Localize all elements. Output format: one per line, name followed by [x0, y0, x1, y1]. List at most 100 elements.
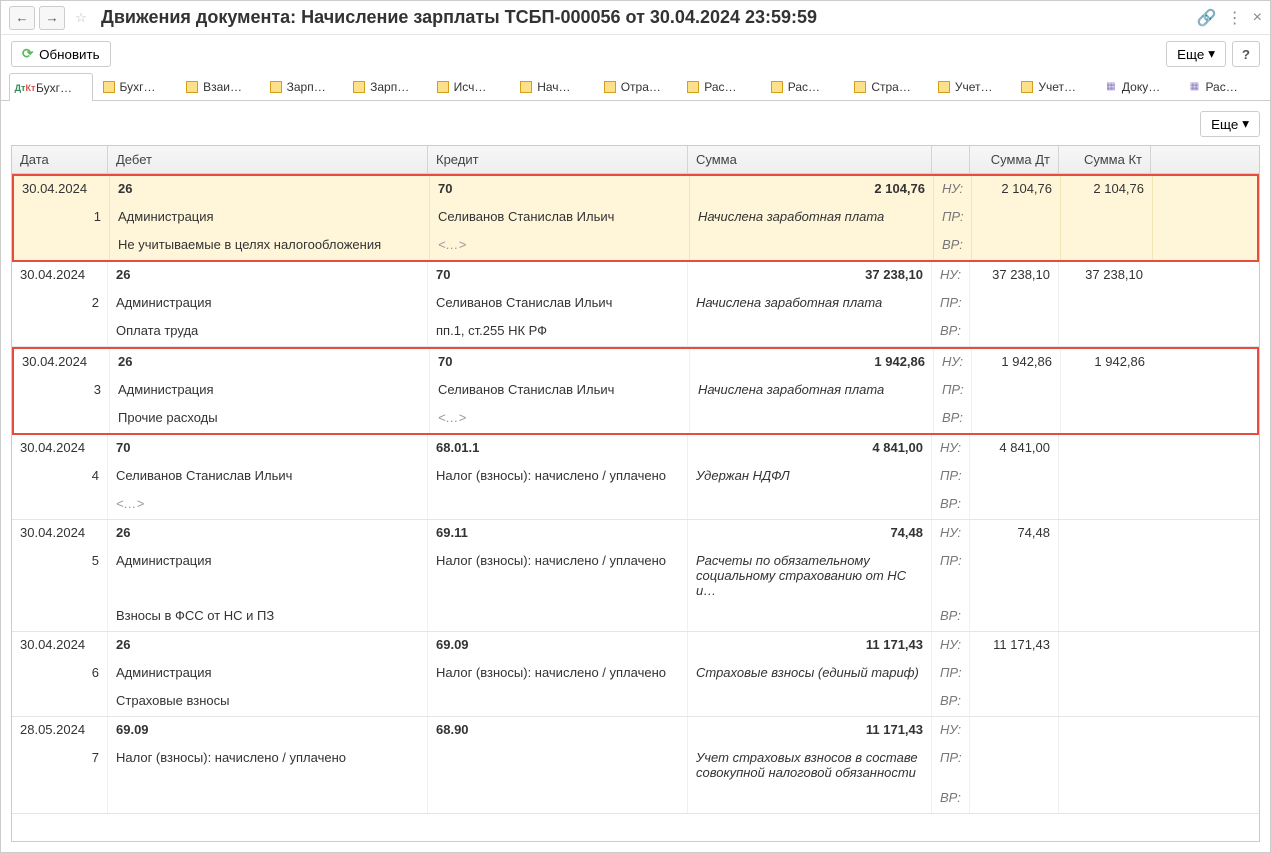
cell-empty [970, 603, 1059, 631]
refresh-button[interactable]: ⟳ Обновить [11, 41, 111, 67]
tab-4[interactable]: Зарп… [343, 72, 427, 100]
cell-date: 30.04.2024 [12, 520, 108, 548]
cell-sumdt: 2 104,76 [972, 176, 1061, 204]
col-debit[interactable]: Дебет [108, 146, 428, 173]
refresh-label: Обновить [39, 47, 99, 62]
cell-debit-acct: 26 [108, 520, 428, 548]
cell-credit-l3: <…> [430, 405, 690, 433]
tab-9[interactable]: Рас… [761, 72, 845, 100]
col-sum[interactable]: Сумма [688, 146, 932, 173]
col-sumkt[interactable]: Сумма Кт [1059, 146, 1151, 173]
cell-flag-vr: ВР: [934, 232, 972, 260]
cell-num: 3 [14, 377, 110, 405]
register-icon [436, 80, 450, 94]
entry-2[interactable]: 30.04.2024267037 238,10НУ:37 238,1037 23… [12, 262, 1259, 347]
app-window: ← → ☆ Движения документа: Начисление зар… [0, 0, 1271, 853]
tab-label: Бухг… [120, 80, 156, 94]
cell-num: 1 [14, 204, 110, 232]
entry-5[interactable]: 30.04.20242669.1174,48НУ:74,485Администр… [12, 520, 1259, 632]
tab-2[interactable]: Взаи… [176, 72, 260, 100]
tab-13[interactable]: ▦Доку… [1095, 72, 1179, 100]
tab-3[interactable]: Зарп… [260, 72, 344, 100]
cell-desc: Страховые взносы (единый тариф) [688, 660, 932, 688]
entry-6[interactable]: 30.04.20242669.0911 171,43НУ:11 171,436А… [12, 632, 1259, 717]
tab-8[interactable]: Рас… [677, 72, 761, 100]
tab-0[interactable]: ДтКтБухг… [9, 73, 93, 101]
entry-7[interactable]: 28.05.202469.0968.9011 171,43НУ:7Налог (… [12, 717, 1259, 814]
nav-back-button[interactable]: ← [9, 6, 35, 30]
cell-desc: Учет страховых взносов в составе совокуп… [688, 745, 932, 785]
cell-flag-nu: НУ: [934, 349, 972, 377]
toolbar-more-button[interactable]: Еще ▾ [1166, 41, 1226, 67]
link-icon[interactable]: 🔗 [1197, 8, 1217, 28]
cell-flag-vr: ВР: [934, 405, 972, 433]
tab-7[interactable]: Отра… [594, 72, 678, 100]
register-icon [352, 80, 366, 94]
cell-flag-pr: ПР: [932, 463, 970, 491]
cell-sum: 11 171,43 [688, 632, 932, 660]
cell-debit-l2: Администрация [108, 548, 428, 603]
nav-forward-button[interactable]: → [39, 6, 65, 30]
cell-empty [970, 785, 1059, 813]
cell-flag-vr: ВР: [932, 491, 970, 519]
cell-desc: Начислена заработная плата [690, 204, 934, 232]
cell-empty [1059, 548, 1151, 603]
cell-debit-l2: Налог (взносы): начислено / уплачено [108, 745, 428, 785]
entry-1[interactable]: 30.04.202426702 104,76НУ:2 104,762 104,7… [12, 174, 1259, 262]
cell-credit-l2: Налог (взносы): начислено / уплачено [428, 463, 688, 491]
col-credit[interactable]: Кредит [428, 146, 688, 173]
cell-empty [970, 318, 1059, 346]
cell-sum: 11 171,43 [688, 717, 932, 745]
col-date[interactable]: Дата [12, 146, 108, 173]
tab-12[interactable]: Учет… [1011, 72, 1095, 100]
tab-6[interactable]: Нач… [510, 72, 594, 100]
titlebar: ← → ☆ Движения документа: Начисление зар… [1, 1, 1270, 35]
cell-empty [688, 318, 932, 346]
cell-debit-l3: Прочие расходы [110, 405, 430, 433]
cell-sum: 4 841,00 [688, 435, 932, 463]
cell-credit-l2: Селиванов Станислав Ильич [428, 290, 688, 318]
cell-num: 5 [12, 548, 108, 603]
kebab-menu-icon[interactable]: ⋮ [1227, 8, 1243, 28]
cell-empty [1059, 290, 1151, 318]
cell-empty [972, 232, 1061, 260]
col-sumdt[interactable]: Сумма Дт [970, 146, 1059, 173]
cell-empty [690, 405, 934, 433]
cell-flag-nu: НУ: [932, 520, 970, 548]
favorite-star-icon[interactable]: ☆ [69, 6, 93, 30]
tab-label: Доку… [1122, 80, 1160, 94]
cell-empty [690, 232, 934, 260]
col-flag[interactable] [932, 146, 970, 173]
tab-10[interactable]: Стра… [844, 72, 928, 100]
cell-credit-l3: <…> [430, 232, 690, 260]
register-icon [519, 80, 533, 94]
cell-credit-l2: Налог (взносы): начислено / уплачено [428, 548, 688, 603]
dtkt-icon: ДтКт [18, 81, 32, 95]
cell-debit-acct: 26 [110, 349, 430, 377]
cell-sum: 1 942,86 [690, 349, 934, 377]
register-icon [937, 80, 951, 94]
cell-empty [1059, 785, 1151, 813]
tab-1[interactable]: Бухг… [93, 72, 177, 100]
grid-more-button[interactable]: Еще ▾ [1200, 111, 1260, 137]
entry-3[interactable]: 30.04.202426701 942,86НУ:1 942,861 942,8… [12, 347, 1259, 435]
cell-sumdt [970, 717, 1059, 745]
tab-5[interactable]: Исч… [427, 72, 511, 100]
cell-flag-nu: НУ: [932, 262, 970, 290]
tab-14[interactable]: ▦Рас… [1178, 72, 1262, 100]
cell-sumdt: 74,48 [970, 520, 1059, 548]
register-icon [102, 80, 116, 94]
cell-debit-l3: <…> [108, 491, 428, 519]
refresh-icon: ⟳ [22, 46, 33, 62]
grid[interactable]: Дата Дебет Кредит Сумма Сумма Дт Сумма К… [11, 145, 1260, 842]
cell-flag-vr: ВР: [932, 688, 970, 716]
cell-debit-acct: 26 [110, 176, 430, 204]
close-icon[interactable]: × [1253, 9, 1262, 27]
help-button[interactable]: ? [1232, 41, 1260, 67]
entry-4[interactable]: 30.04.20247068.01.14 841,00НУ:4 841,004С… [12, 435, 1259, 520]
tab-11[interactable]: Учет… [928, 72, 1012, 100]
cell-debit-l3: Не учитываемые в целях налогообложения [110, 232, 430, 260]
cell-empty [970, 491, 1059, 519]
cell-empty [970, 548, 1059, 603]
cell-desc: Начислена заработная плата [688, 290, 932, 318]
